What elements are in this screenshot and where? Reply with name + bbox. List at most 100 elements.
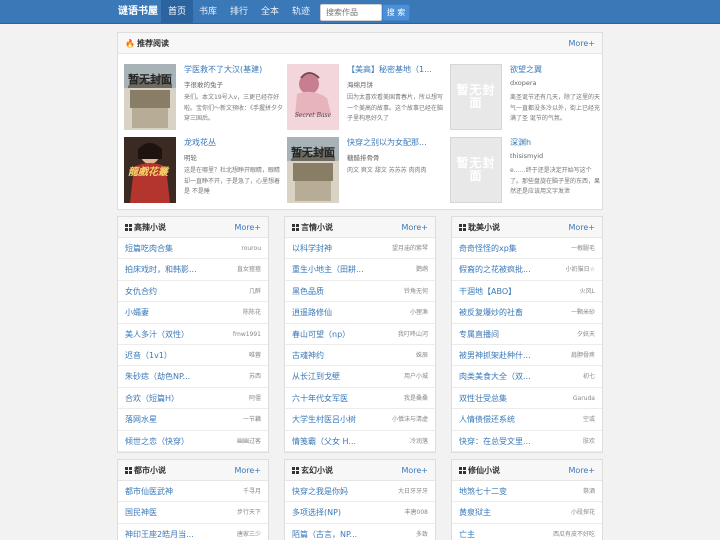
section-more-link[interactable]: More+ [234, 460, 261, 481]
book-author: 字很敢的兔子 [184, 81, 223, 89]
book-author: 望月庙的紫琴 [391, 245, 428, 252]
list-item[interactable]: 多项选择(NP) 丰唐008 [285, 502, 435, 524]
list-item[interactable]: 专属直播间 夕妖天 [452, 324, 602, 345]
book-title[interactable]: 快穿之别以为女配那... [347, 137, 447, 148]
grid-icon [292, 467, 299, 474]
book-description: e……终于还是决定开始写这个了。那些盘旋在脑子里的东西，果然还是应该用文字发泄 [510, 167, 600, 195]
list-item[interactable]: 拍床戏时，和韩影... 直女猹猹 [118, 259, 268, 281]
nav-ranking[interactable]: 排行 [223, 0, 255, 24]
book-author: 海绵月饼 [347, 81, 373, 89]
cover-title: Secret Base [294, 112, 332, 119]
book-author: thisismyid [510, 152, 544, 160]
book-author: 一根腿毛 [570, 245, 595, 252]
list-item[interactable]: 倾世之恋（快穿） 幽幽过客 [118, 431, 268, 452]
book-cover-placeholder[interactable]: 暂无封面 [450, 64, 502, 130]
recommend-more-link[interactable]: More+ [568, 33, 595, 54]
list-item[interactable]: 人情债偿还系统 空或 [452, 409, 602, 431]
rec-item[interactable]: 龍戲花叢 龙戏花丛 明轮 这是在哪里？杜北想睁开眼睛，眼睛却一直睁不开，于是急了… [124, 137, 286, 203]
list-item[interactable]: 短篇吃肉合集 rourou [118, 238, 268, 260]
list-item[interactable]: 地煞七十二变 祭酒 [452, 481, 602, 503]
site-logo[interactable]: 谜语书屋 [118, 0, 158, 24]
section-panel-dushi: 都市小说 More+ 都市仙医武神 千寻月 国民神医 步行天下 神印王座2皓月当... 唐家三… [117, 459, 269, 540]
list-item[interactable]: 朱砂痣（劫色NP... 苏西 [118, 366, 268, 388]
list-item[interactable]: 女仇合约 几醉 [118, 281, 268, 303]
list-item[interactable]: 假裔的之花被疯批... 小奶猫日☆ [452, 259, 602, 281]
book-cover[interactable]: 暂无封面 [287, 137, 339, 203]
list-item[interactable]: 美人多汁（双性） fmw1991 [118, 324, 268, 345]
list-item[interactable]: 从长江到戈壁 用户小城 [285, 366, 435, 388]
section-title: 都市小说 [134, 466, 166, 475]
section-title: 修仙小说 [468, 466, 500, 475]
list-item[interactable]: 迟音（1v1） 唯蓉 [118, 345, 268, 367]
list-item[interactable]: 干涸地【ABO】 火风L [452, 281, 602, 303]
nav-history[interactable]: 轨迹 [285, 0, 317, 24]
list-item[interactable]: 六十年代女军医 我是桑桑 [285, 388, 435, 410]
book-cover-placeholder[interactable]: 暂无封面 [450, 137, 502, 203]
section-more-link[interactable]: More+ [401, 217, 428, 238]
list-item[interactable]: 肉类美食大全（双... 初七 [452, 366, 602, 388]
rec-item[interactable]: 暂无封面 快穿之别以为女配那... 糖醋排骨骨 肉文 爽文 甜文 苏苏苏 肉肉肉 [287, 137, 449, 203]
list-item[interactable]: 陌篇（古言，NP... 多致 [285, 524, 435, 540]
cover-title: 暂无封面 [128, 73, 172, 86]
list-item[interactable]: 都市仙医武神 千寻月 [118, 481, 268, 503]
section-header: 修仙小说 More+ [452, 460, 602, 481]
list-item[interactable]: 以科学封神 望月庙的紫琴 [285, 238, 435, 260]
book-title[interactable]: 学医救不了大汉(基建) [184, 64, 284, 75]
list-item[interactable]: 被男神抓架赴种什... 肩胛骨疼 [452, 345, 602, 367]
list-item[interactable]: 小孀妻 陈陈花 [118, 302, 268, 324]
book-title[interactable]: 深渊h [510, 137, 600, 148]
list-item[interactable]: 亡主 西瓜有皮不好吃 [452, 524, 602, 540]
list-item[interactable]: 古魂神约 姝辰 [285, 345, 435, 367]
book-description: 这是在哪里？杜北想睁开眼睛，眼睛却一直睁不开，于是急了，心里想着是 不是睡 [184, 167, 281, 195]
book-author: 祭酒 [582, 488, 595, 495]
book-title[interactable]: 欲望之翼 [510, 64, 600, 75]
grid-icon [125, 467, 132, 474]
book-cover[interactable]: Secret Base [287, 64, 339, 130]
list-item[interactable]: 重生小地主（田耕... 鹦鹉 [285, 259, 435, 281]
section-more-link[interactable]: More+ [234, 217, 261, 238]
list-item[interactable]: 逍遥路修仙 小狸渔 [285, 302, 435, 324]
section-more-link[interactable]: More+ [568, 460, 595, 481]
list-item[interactable]: 情笺霸（父女 H... 冷润落 [285, 431, 435, 452]
search-input[interactable] [320, 4, 382, 21]
book-title[interactable]: 龙戏花丛 [184, 137, 284, 148]
rec-item[interactable]: 暂无封面 学医救不了大汉(基建) 字很敢的兔子 来们。本文19号入v，三更已经存… [124, 64, 286, 130]
nav-home[interactable]: 首页 [161, 0, 193, 24]
book-author: 姝辰 [415, 352, 428, 359]
list-item[interactable]: 神印王座2皓月当... 唐家三少 [118, 524, 268, 540]
rec-item[interactable]: 暂无封面 深渊h thisismyid e……终于还是决定开始写这个了。那些盘旋… [450, 137, 600, 203]
list-item[interactable]: 大学生村医吕小树 小慎沫与清虚 [285, 409, 435, 431]
list-item[interactable]: 落网水星 一节藕 [118, 409, 268, 431]
book-author: dxopera [510, 79, 537, 87]
book-title[interactable]: 【美高】秘密基地（1... [347, 64, 447, 75]
section-more-link[interactable]: More+ [568, 217, 595, 238]
book-author: 一节藕 [242, 416, 261, 424]
section-header: 都市小说 More+ [118, 460, 268, 481]
book-author: 一颗米砂 [570, 309, 595, 317]
search-button[interactable]: 搜 索 [382, 4, 410, 21]
list-item[interactable]: 黑色品质 铃角无何 [285, 281, 435, 303]
list-item[interactable]: 双性壮受总集 Garuda [452, 388, 602, 410]
nav-library[interactable]: 书库 [193, 0, 223, 24]
list-item[interactable]: 奇奇怪怪的xp集 一根腿毛 [452, 238, 602, 260]
nav-completed[interactable]: 全本 [255, 0, 285, 24]
top-navbar: 谜语书屋 首页 书库 排行 全本 轨迹 搜 索 [0, 0, 720, 24]
list-item[interactable]: 被反复爆炒的社畜 一颗米砂 [452, 302, 602, 324]
book-cover[interactable]: 暂无封面 [124, 64, 176, 130]
rec-item[interactable]: 暂无封面 欲望之翼 dxopera 离圣诞节还有几天，除了这里的天气一直都没多冷… [450, 64, 600, 130]
book-description: 因为太喜欢看美国青春片，所以想写一个美高的故事。这个故事已经在脑子里构思好久了 [347, 94, 444, 122]
list-item[interactable]: 国民神医 步行天下 [118, 502, 268, 524]
section-more-link[interactable]: More+ [401, 460, 428, 481]
cover-title: 龍戲花叢 [128, 167, 168, 178]
section-header: 耽美小说 More+ [452, 217, 602, 238]
list-item[interactable]: 快穿：在总受文里... 肤欢 [452, 431, 602, 452]
book-author: 我叮咚山河 [397, 330, 428, 338]
recommend-title: 推荐阅读 [136, 39, 169, 48]
list-item[interactable]: 合欢（短篇H） 阿僵 [118, 388, 268, 410]
book-cover[interactable]: 龍戲花叢 [124, 137, 176, 203]
book-author: 丰唐008 [404, 509, 428, 517]
rec-item[interactable]: Secret Base 【美高】秘密基地（1... 海绵月饼 因为太喜欢看美国青… [287, 64, 449, 130]
list-item[interactable]: 黄泉狱主 小段探花 [452, 502, 602, 524]
list-item[interactable]: 春山可望（np） 我叮咚山河 [285, 324, 435, 345]
list-item[interactable]: 快穿之我是你妈 大日牙牙牙 [285, 481, 435, 503]
